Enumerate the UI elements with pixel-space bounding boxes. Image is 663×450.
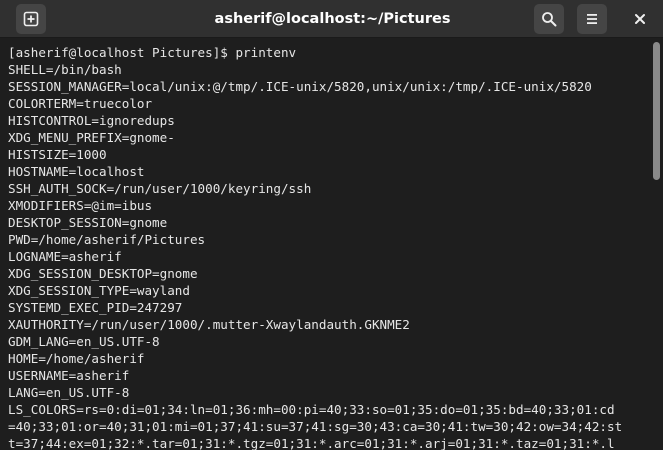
header-bar: asherif@localhost:~/Pictures: [0, 0, 663, 38]
terminal-line: XMODIFIERS=@im=ibus: [8, 198, 153, 213]
terminal-line: HISTSIZE=1000: [8, 147, 107, 162]
terminal-line: HOSTNAME=localhost: [8, 164, 145, 179]
close-button[interactable]: [625, 4, 655, 34]
terminal-lines: [asherif@localhost Pictures]$ printenv S…: [8, 44, 650, 450]
terminal-line: t=37;44:ex=01;32:*.tar=01;31:*.tgz=01;31…: [8, 436, 615, 450]
terminal-line: DESKTOP_SESSION=gnome: [8, 215, 168, 230]
search-icon: [542, 12, 557, 27]
main-menu-button[interactable]: [577, 4, 607, 34]
terminal-line: LANG=en_US.UTF-8: [8, 385, 130, 400]
scrollbar-thumb[interactable]: [653, 42, 660, 180]
terminal-line: SYSTEMD_EXEC_PID=247297: [8, 300, 183, 315]
vertical-scrollbar[interactable]: [650, 38, 663, 450]
terminal-line: XDG_SESSION_TYPE=wayland: [8, 283, 190, 298]
terminal-output[interactable]: [asherif@localhost Pictures]$ printenv S…: [0, 38, 650, 450]
terminal-line: USERNAME=asherif: [8, 368, 130, 383]
prompt-line: [asherif@localhost Pictures]$ printenv: [8, 45, 297, 60]
terminal-line: COLORTERM=truecolor: [8, 96, 153, 111]
terminal-line: SESSION_MANAGER=local/unix:@/tmp/.ICE-un…: [8, 79, 592, 94]
terminal-line: XDG_SESSION_DESKTOP=gnome: [8, 266, 198, 281]
window-title: asherif@localhost:~/Pictures: [214, 11, 451, 27]
terminal-line: LOGNAME=asherif: [8, 249, 122, 264]
terminal-line: LS_COLORS=rs=0:di=01;34:ln=01;36:mh=00:p…: [8, 402, 615, 417]
terminal-line: HOME=/home/asherif: [8, 351, 145, 366]
terminal-line: HISTCONTROL=ignoredups: [8, 113, 175, 128]
close-icon: [635, 14, 645, 24]
terminal-line: =40;33;01:or=40;31;01:mi=01;37;41:su=37;…: [8, 419, 623, 434]
new-tab-icon: [23, 11, 39, 27]
hamburger-menu-icon: [587, 14, 597, 24]
terminal-line: SSH_AUTH_SOCK=/run/user/1000/keyring/ssh: [8, 181, 312, 196]
terminal-line: XAUTHORITY=/run/user/1000/.mutter-Xwayla…: [8, 317, 410, 332]
terminal-line: SHELL=/bin/bash: [8, 62, 122, 77]
terminal-window: asherif@localhost:~/Pictures [asherif@lo…: [0, 0, 663, 450]
terminal-line: XDG_MENU_PREFIX=gnome-: [8, 130, 175, 145]
terminal-line: GDM_LANG=en_US.UTF-8: [8, 334, 160, 349]
terminal-line: PWD=/home/asherif/Pictures: [8, 232, 206, 247]
new-tab-button[interactable]: [16, 4, 46, 34]
search-button[interactable]: [534, 4, 564, 34]
